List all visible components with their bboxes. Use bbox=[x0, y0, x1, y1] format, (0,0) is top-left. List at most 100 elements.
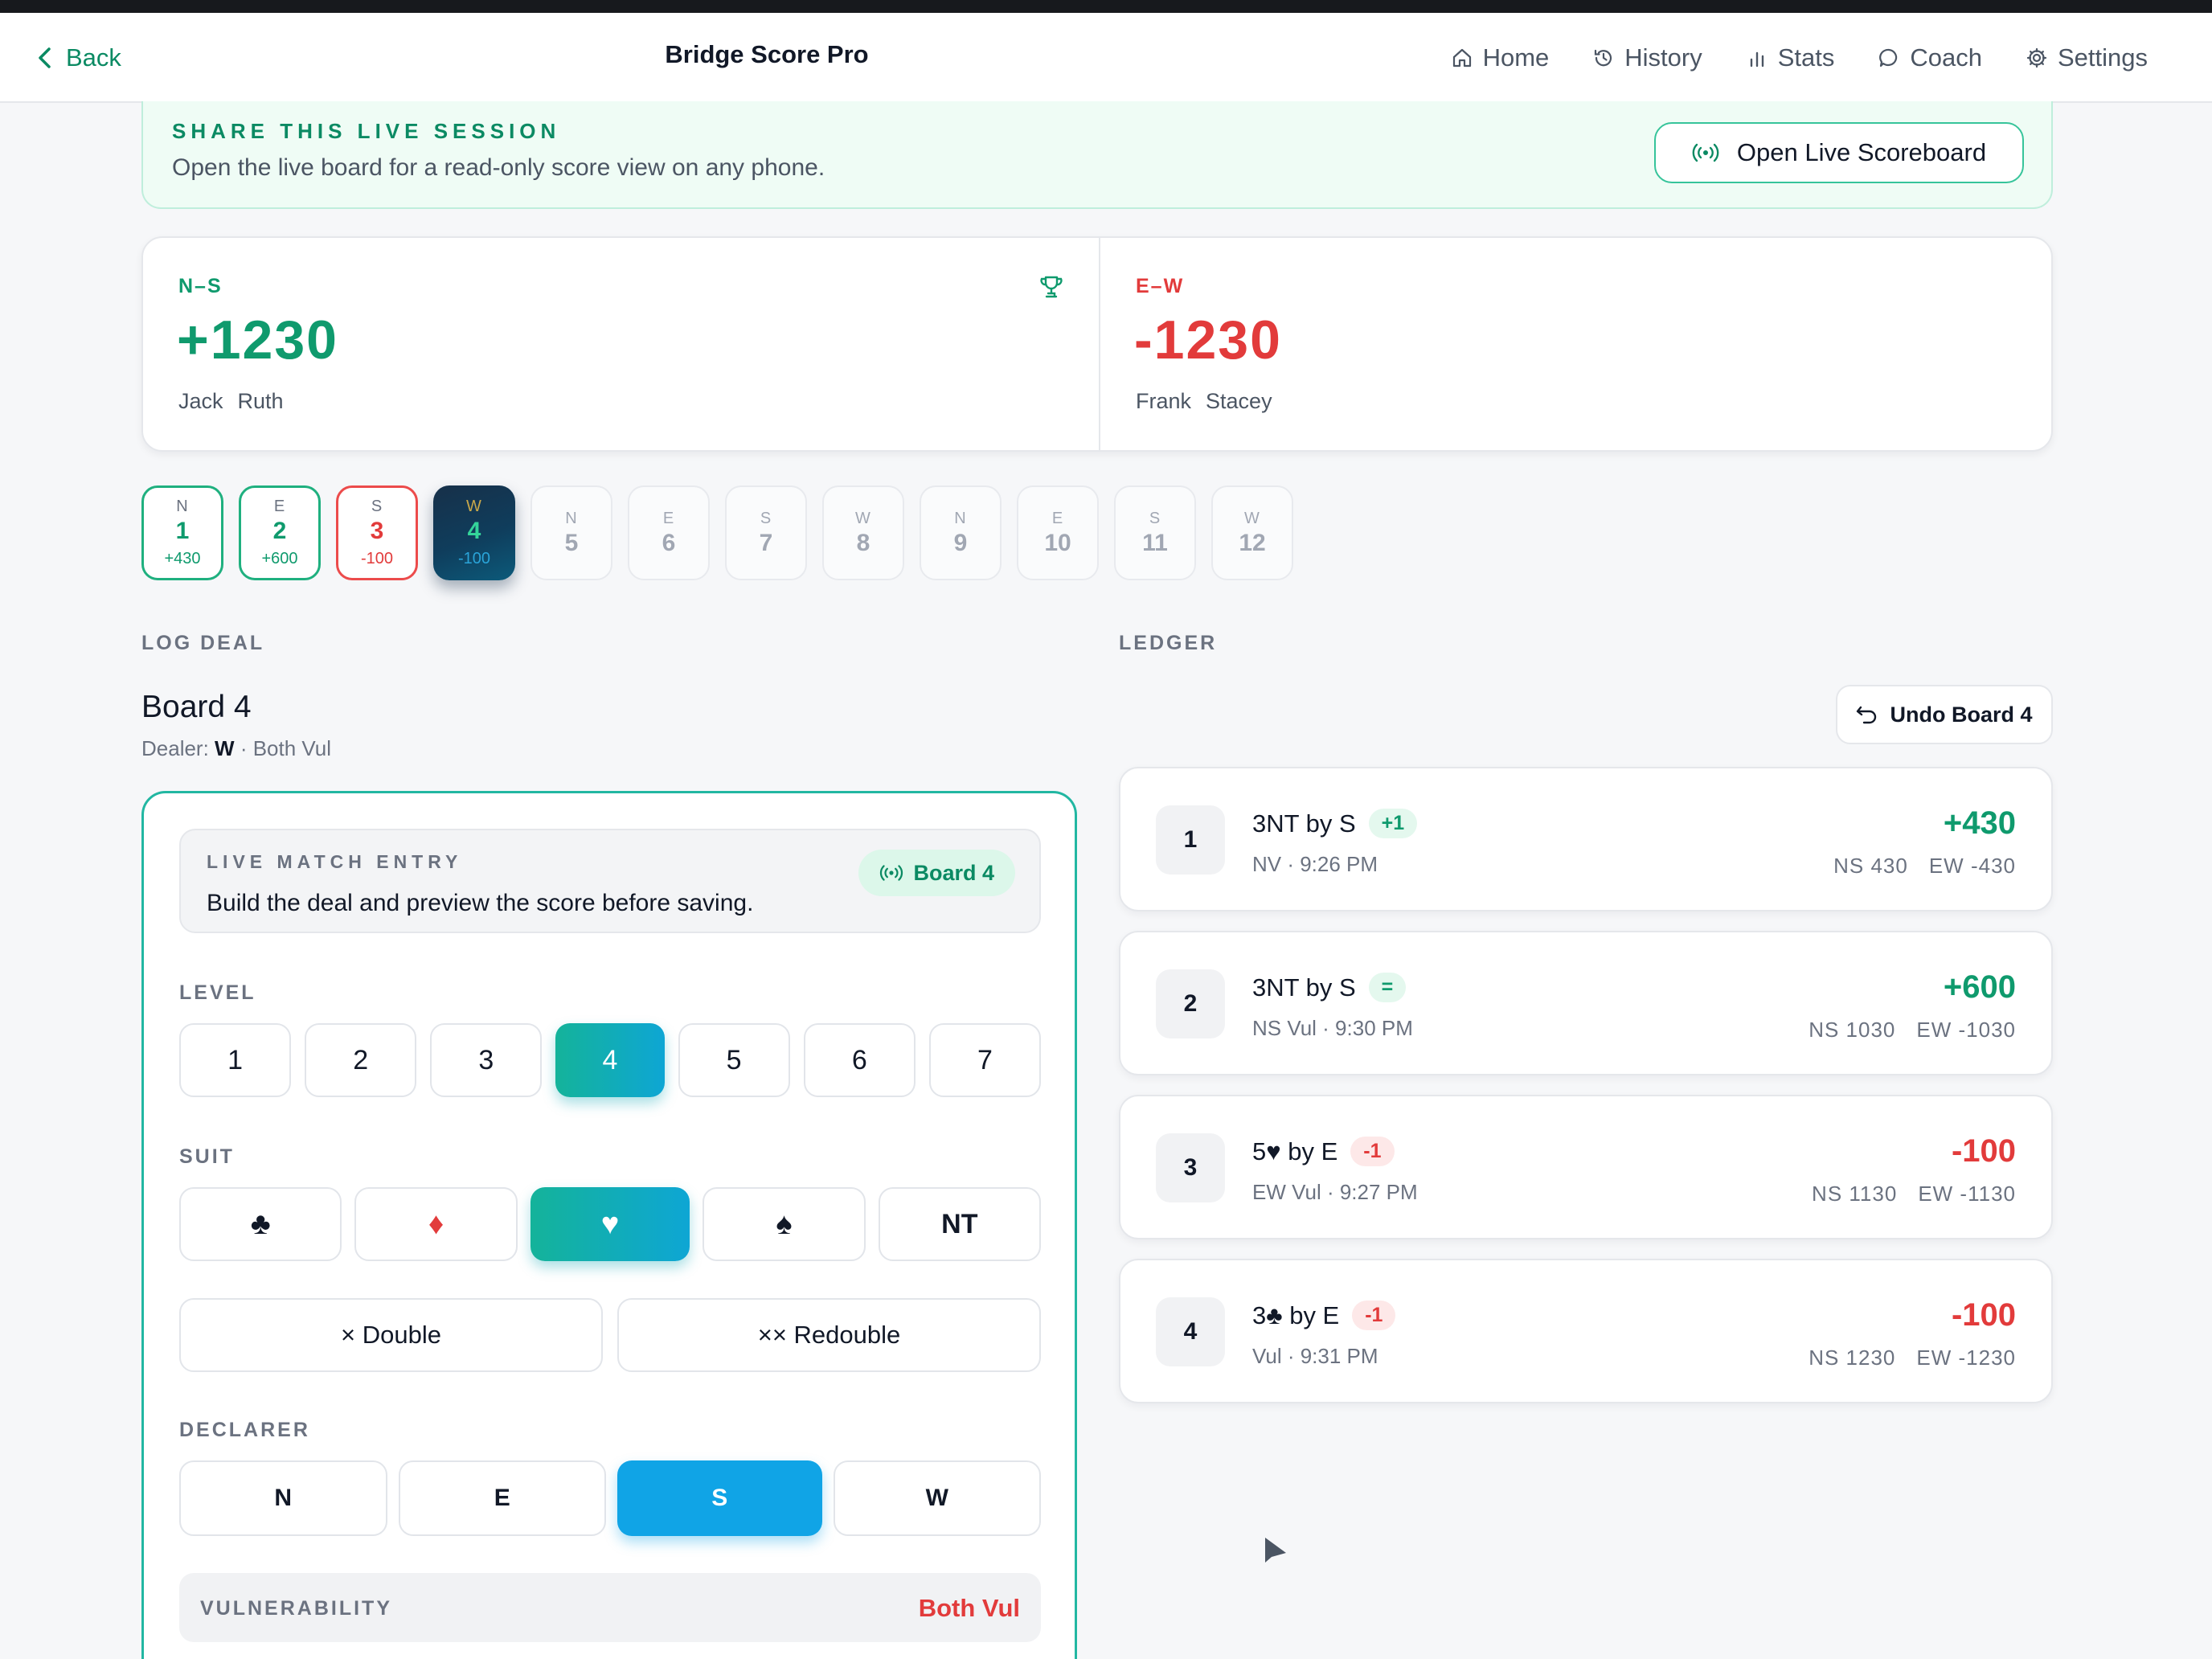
undo-board-button[interactable]: Undo Board 4 bbox=[1836, 685, 2053, 744]
team-ns-players: Jack Ruth bbox=[178, 389, 284, 414]
nav-settings-label: Settings bbox=[2057, 43, 2148, 72]
suit-option-spades[interactable]: ♠ bbox=[703, 1187, 866, 1261]
team-ew-score: -1230 bbox=[1134, 309, 1282, 371]
nav-stats[interactable]: Stats bbox=[1746, 43, 1835, 72]
running-ns: NS 1130 bbox=[1812, 1182, 1898, 1206]
level-option-6[interactable]: 6 bbox=[803, 1023, 916, 1097]
board-number: 1 bbox=[175, 518, 190, 544]
nav-coach[interactable]: Coach bbox=[1878, 43, 1982, 72]
board-dealer: E bbox=[1051, 509, 1064, 527]
board-score-delta: -100 bbox=[457, 550, 491, 567]
level-label: LEVEL bbox=[179, 981, 256, 1004]
nav-settings[interactable]: Settings bbox=[2026, 43, 2148, 72]
live-match-entry-header: LIVE MATCH ENTRY Build the deal and prev… bbox=[179, 829, 1041, 933]
board-chip-6[interactable]: E6 bbox=[628, 485, 710, 580]
undo-board-label: Undo Board 4 bbox=[1890, 702, 2033, 727]
home-icon bbox=[1452, 48, 1471, 68]
level-option-3[interactable]: 3 bbox=[430, 1023, 543, 1097]
level-option-2[interactable]: 2 bbox=[305, 1023, 417, 1097]
board-chip-5[interactable]: N5 bbox=[530, 485, 612, 580]
entry-board-badge: Board 4 bbox=[858, 850, 1015, 896]
board-dealer: S bbox=[1149, 509, 1161, 527]
board-title: Board 4 bbox=[141, 690, 252, 724]
entry-kicker: LIVE MATCH ENTRY bbox=[207, 851, 463, 872]
board-number: 12 bbox=[1239, 529, 1266, 556]
open-live-scoreboard-button[interactable]: Open Live Scoreboard bbox=[1654, 122, 2024, 183]
suit-option-notrump[interactable]: NT bbox=[878, 1187, 1042, 1261]
declarer-option-S[interactable]: S bbox=[617, 1460, 822, 1536]
board-number: 6 bbox=[662, 529, 676, 556]
suit-option-hearts[interactable]: ♥ bbox=[530, 1187, 690, 1261]
board-dealer: W bbox=[1244, 509, 1260, 527]
level-options: 1234567 bbox=[179, 1023, 1041, 1097]
ledger-board-number: 4 bbox=[1156, 1297, 1225, 1366]
board-chip-9[interactable]: N9 bbox=[920, 485, 1002, 580]
board-score-delta: -100 bbox=[360, 550, 394, 567]
running-ns: NS 1030 bbox=[1809, 1018, 1896, 1042]
level-option-7[interactable]: 7 bbox=[928, 1023, 1041, 1097]
mouse-cursor-icon bbox=[1265, 1538, 1286, 1563]
dealer-value: W bbox=[215, 736, 235, 760]
board-chip-4[interactable]: W 4 -100 bbox=[433, 485, 515, 580]
level-option-1[interactable]: 1 bbox=[179, 1023, 292, 1097]
level-option-5[interactable]: 5 bbox=[678, 1023, 790, 1097]
ledger-score: +600 bbox=[1943, 969, 2016, 1005]
ledger-heading: LEDGER bbox=[1119, 632, 1218, 654]
nav-history[interactable]: History bbox=[1592, 43, 1702, 72]
vulnerability-row: VULNERABILITY Both Vul bbox=[179, 1573, 1041, 1642]
vulnerability-value: Both Vul bbox=[918, 1594, 1020, 1622]
vulnerability-label: VULNERABILITY bbox=[200, 1597, 392, 1620]
ledger-contract: 5♥ by E -1 bbox=[1252, 1137, 1395, 1166]
suit-options: ♣ ♦ ♥ ♠ NT bbox=[179, 1187, 1042, 1261]
team-ew-label: E–W bbox=[1136, 275, 1185, 297]
bar-chart-icon bbox=[1750, 51, 1763, 68]
board-score-delta: +600 bbox=[261, 550, 298, 567]
declarer-option-W[interactable]: W bbox=[833, 1460, 1041, 1536]
board-chip-8[interactable]: W8 bbox=[822, 485, 904, 580]
redouble-button[interactable]: ×× Redouble bbox=[617, 1298, 1041, 1372]
ledger-contract: 3♣ by E -1 bbox=[1252, 1301, 1396, 1330]
running-ew: EW -1030 bbox=[1916, 1018, 2016, 1042]
board-dealer: N bbox=[565, 509, 578, 527]
board-chip-7[interactable]: S7 bbox=[725, 485, 807, 580]
chat-bubble-icon bbox=[1879, 48, 1898, 68]
nav-home[interactable]: Home bbox=[1451, 43, 1550, 72]
ledger-running-totals: NS 1030 EW -1030 bbox=[1809, 1018, 2016, 1043]
result-badge: = bbox=[1368, 973, 1407, 1002]
board-number: 11 bbox=[1142, 529, 1168, 556]
player-name: Frank bbox=[1136, 389, 1192, 413]
board-number: 7 bbox=[759, 529, 773, 556]
nav-home-label: Home bbox=[1482, 43, 1550, 72]
share-kicker: SHARE THIS LIVE SESSION bbox=[172, 119, 561, 143]
ledger-row[interactable]: 3 5♥ by E -1 EW Vul · 9:27 PM -100 NS 1130 EW … bbox=[1119, 1095, 2053, 1239]
undo-icon bbox=[1857, 706, 1877, 724]
declarer-option-E[interactable]: E bbox=[398, 1460, 606, 1536]
app-title: Bridge Score Pro bbox=[665, 40, 869, 68]
board-chip-1[interactable]: N 1 +430 bbox=[141, 485, 223, 580]
declarer-option-N[interactable]: N bbox=[179, 1460, 387, 1536]
ledger-row[interactable]: 1 3NT by S +1 NV · 9:26 PM +430 NS 430 EW -430 bbox=[1119, 767, 2053, 911]
ledger-row[interactable]: 2 3NT by S = NS Vul · 9:30 PM +600 NS 1030 EW … bbox=[1119, 931, 2053, 1075]
level-option-4[interactable]: 4 bbox=[555, 1023, 665, 1097]
board-number: 8 bbox=[856, 529, 870, 556]
share-description: Open the live board for a read-only scor… bbox=[172, 154, 825, 181]
ledger-row[interactable]: 4 3♣ by E -1 Vul · 9:31 PM -100 NS 1230 EW -12… bbox=[1119, 1259, 2053, 1403]
nav-stats-label: Stats bbox=[1777, 43, 1835, 72]
board-chip-12[interactable]: W 12 bbox=[1211, 485, 1293, 580]
board-chip-2[interactable]: E 2 +600 bbox=[239, 485, 321, 580]
suit-option-diamonds[interactable]: ♦ bbox=[354, 1187, 518, 1261]
suit-option-clubs[interactable]: ♣ bbox=[179, 1187, 342, 1261]
board-dealer: E bbox=[273, 498, 286, 515]
board-chip-11[interactable]: S 11 bbox=[1114, 485, 1196, 580]
double-button[interactable]: × Double bbox=[179, 1298, 603, 1372]
board-dealer-info: Dealer: W · Both Vul bbox=[141, 736, 331, 761]
board-dealer: S bbox=[371, 498, 383, 515]
running-ew: EW -430 bbox=[1928, 854, 2016, 878]
result-badge: -1 bbox=[1352, 1301, 1396, 1330]
board-dealer: E bbox=[662, 509, 675, 527]
ledger-meta: NV · 9:26 PM bbox=[1252, 852, 1378, 876]
board-score-delta: +430 bbox=[164, 550, 201, 567]
board-chip-3[interactable]: S 3 -100 bbox=[336, 485, 418, 580]
team-ew: E–W -1230 Frank Stacey bbox=[1099, 238, 2051, 450]
board-chip-10[interactable]: E 10 bbox=[1017, 485, 1099, 580]
